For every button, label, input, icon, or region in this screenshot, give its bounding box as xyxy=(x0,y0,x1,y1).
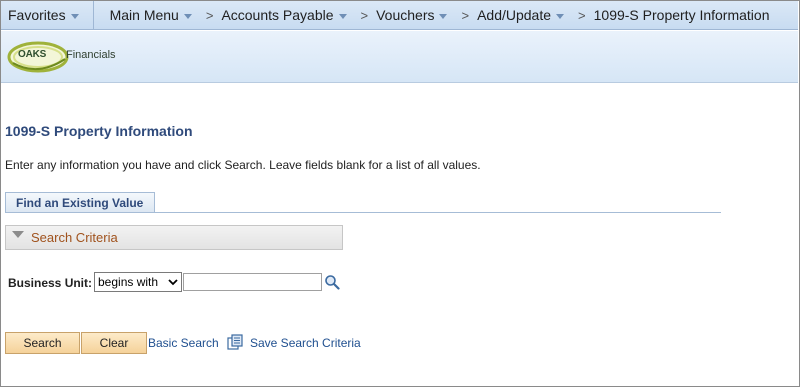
breadcrumb-vouchers[interactable]: Vouchers xyxy=(376,7,448,23)
chevron-down-icon xyxy=(556,13,565,19)
business-unit-input[interactable] xyxy=(183,273,322,291)
top-navigation: Favorites Main Menu > Accounts Payable >… xyxy=(1,1,798,30)
main-menu-label: Main Menu xyxy=(109,7,179,23)
lookup-search-icon[interactable] xyxy=(324,274,340,290)
header-banner: OAKS Financials xyxy=(1,31,798,83)
basic-search-link[interactable]: Basic Search xyxy=(148,336,219,350)
business-unit-label: Business Unit: xyxy=(8,276,93,290)
save-criteria-icon[interactable] xyxy=(227,334,244,351)
page-title: 1099-S Property Information xyxy=(5,123,193,139)
clear-button[interactable]: Clear xyxy=(81,332,147,354)
collapse-triangle-icon xyxy=(12,231,24,238)
business-unit-operator-select[interactable]: begins with xyxy=(94,272,182,292)
breadcrumb-separator: > xyxy=(578,7,586,23)
search-instructions: Enter any information you have and click… xyxy=(5,158,481,172)
tab-label: Find an Existing Value xyxy=(16,196,144,210)
tab-find-existing-value[interactable]: Find an Existing Value xyxy=(5,192,155,213)
chevron-down-icon xyxy=(338,13,347,19)
chevron-down-icon xyxy=(70,13,79,19)
logo-product-text: Financials xyxy=(66,49,116,61)
breadcrumb-label: Add/Update xyxy=(477,7,552,23)
tab-divider xyxy=(5,212,721,213)
main-menu[interactable]: Main Menu xyxy=(94,7,192,23)
breadcrumb-accounts-payable[interactable]: Accounts Payable xyxy=(221,7,347,23)
breadcrumb-current-page: 1099-S Property Information xyxy=(594,7,770,23)
oaks-financials-logo: OAKS Financials xyxy=(5,39,125,75)
breadcrumb-separator: > xyxy=(461,7,470,23)
search-button[interactable]: Search xyxy=(5,332,80,354)
breadcrumb-label: Vouchers xyxy=(376,7,435,23)
chevron-down-icon xyxy=(168,279,178,286)
search-criteria-header[interactable]: Search Criteria xyxy=(5,225,343,250)
save-search-criteria-link[interactable]: Save Search Criteria xyxy=(250,336,361,350)
breadcrumb-separator: > xyxy=(205,7,214,23)
logo-oaks-text: OAKS xyxy=(18,49,47,60)
breadcrumb-separator: > xyxy=(360,7,369,23)
breadcrumb-label: Accounts Payable xyxy=(221,7,334,23)
chevron-down-icon xyxy=(439,13,448,19)
favorites-menu[interactable]: Favorites xyxy=(1,1,94,29)
favorites-label: Favorites xyxy=(8,7,66,23)
search-criteria-label: Search Criteria xyxy=(31,230,118,245)
breadcrumb-label: 1099-S Property Information xyxy=(593,7,770,23)
breadcrumb-add-update[interactable]: Add/Update xyxy=(477,7,565,23)
chevron-down-icon xyxy=(183,13,192,19)
operator-selected-value: begins with xyxy=(98,275,159,289)
